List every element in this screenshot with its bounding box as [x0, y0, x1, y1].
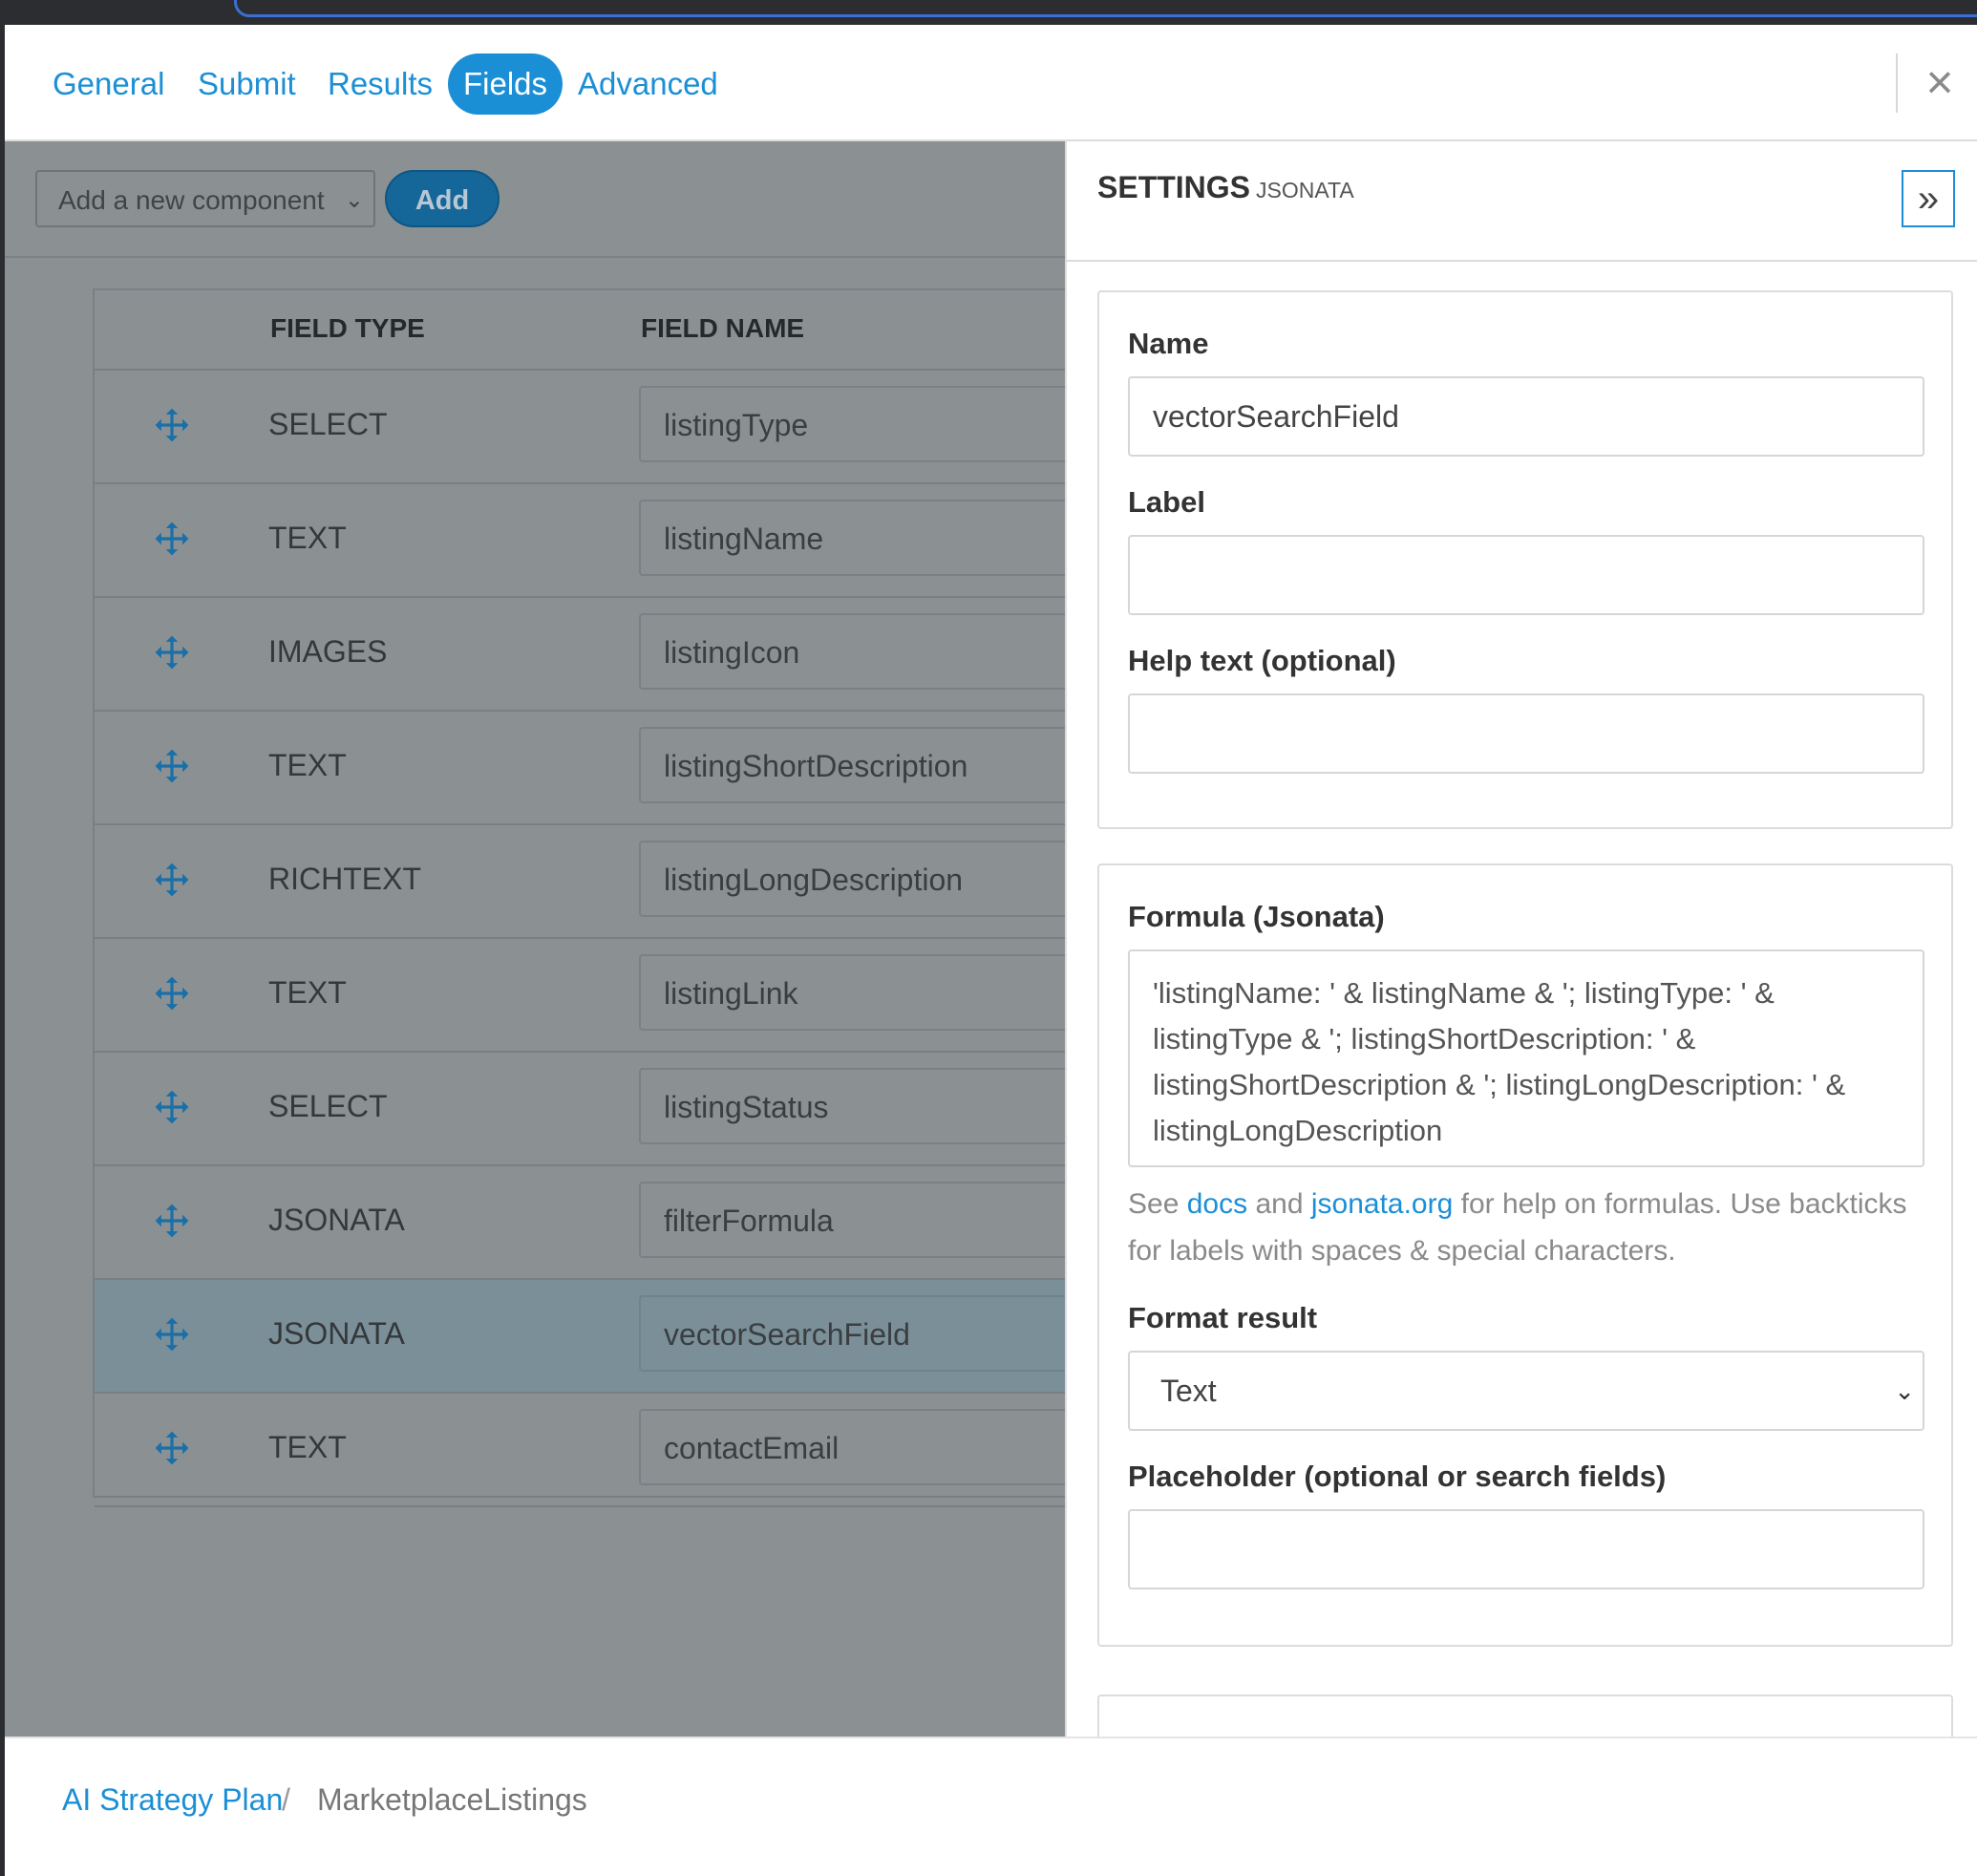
- help-text-input[interactable]: [1128, 693, 1924, 774]
- move-handle-icon[interactable]: [154, 862, 190, 898]
- formula-help-prefix: See: [1128, 1188, 1180, 1220]
- fields-toolbar: Add a new component ⌄ Add: [5, 141, 1065, 258]
- field-type-cell: JSONATA: [268, 1203, 405, 1237]
- column-header-field-name: FIELD NAME: [641, 313, 805, 343]
- move-handle-icon[interactable]: [154, 1316, 190, 1353]
- field-name-input[interactable]: vectorSearchField: [639, 1295, 1065, 1372]
- field-name-input[interactable]: contactEmail: [639, 1409, 1065, 1485]
- chevron-down-icon: ⌄: [1894, 1376, 1915, 1405]
- label-label: Label: [1128, 485, 1205, 519]
- settings-title: SETTINGS JSONATA: [1097, 170, 1354, 205]
- field-name-input[interactable]: listingLink: [639, 954, 1065, 1031]
- tab-advanced[interactable]: Advanced: [563, 53, 733, 115]
- breadcrumb-parent-link[interactable]: AI Strategy Plan: [62, 1782, 283, 1818]
- table-row[interactable]: TEXT listingShortDescription: [95, 712, 1065, 825]
- tab-fields[interactable]: Fields: [448, 53, 563, 115]
- field-name-input[interactable]: listingIcon: [639, 613, 1065, 690]
- table-row[interactable]: SELECT listingStatus: [95, 1053, 1065, 1166]
- move-handle-icon[interactable]: [154, 975, 190, 1012]
- format-result-value: Text: [1160, 1374, 1217, 1408]
- name-label: Name: [1128, 327, 1209, 360]
- fields-table: FIELD TYPE FIELD NAME SELECT listingType T…: [93, 288, 1065, 1507]
- field-type-cell: IMAGES: [268, 634, 388, 669]
- formula-help-text: See docs and jsonata.org for help on for…: [1128, 1181, 1924, 1274]
- field-type-cell: JSONATA: [268, 1316, 405, 1351]
- chevron-down-icon: ⌄: [344, 187, 364, 213]
- jsonata-link[interactable]: jsonata.org: [1311, 1188, 1453, 1220]
- tab-submit[interactable]: Submit: [182, 53, 311, 115]
- field-name-input[interactable]: listingShortDescription: [639, 727, 1065, 803]
- move-handle-icon[interactable]: [154, 1203, 190, 1239]
- column-header-field-type: FIELD TYPE: [270, 313, 425, 343]
- move-handle-icon[interactable]: [154, 748, 190, 784]
- double-chevron-right-icon: »: [1917, 178, 1940, 220]
- move-handle-icon[interactable]: [154, 1089, 190, 1125]
- browser-top-strip: [0, 0, 1977, 25]
- name-input[interactable]: vectorSearchField: [1128, 376, 1924, 457]
- settings-title-text: SETTINGS: [1097, 170, 1251, 204]
- field-type-cell: SELECT: [268, 1089, 388, 1123]
- field-editor-modal: General Submit Results Fields Advanced ×…: [5, 25, 1977, 1876]
- settings-panel: SETTINGS JSONATA » Name vectorSearchField…: [1065, 141, 1977, 1737]
- field-name-input[interactable]: listingStatus: [639, 1068, 1065, 1144]
- formula-label: Formula (Jsonata): [1128, 900, 1385, 933]
- field-type-cell: SELECT: [268, 407, 388, 441]
- field-name-input[interactable]: filterFormula: [639, 1182, 1065, 1258]
- table-row[interactable]: IMAGES listingIcon: [95, 598, 1065, 712]
- add-component-select[interactable]: Add a new component ⌄: [35, 170, 375, 227]
- field-type-cell: TEXT: [268, 975, 347, 1010]
- tab-general[interactable]: General: [37, 53, 180, 115]
- formula-help-and: and: [1255, 1188, 1304, 1220]
- table-header: FIELD TYPE FIELD NAME: [95, 290, 1065, 371]
- basic-settings-card: Name vectorSearchField Label Help text (…: [1097, 290, 1953, 829]
- format-result-label: Format result: [1128, 1301, 1318, 1334]
- table-row[interactable]: TEXT listingLink: [95, 939, 1065, 1053]
- settings-subtitle: JSONATA: [1256, 178, 1354, 203]
- move-handle-icon[interactable]: [154, 407, 190, 443]
- field-type-cell: TEXT: [268, 1430, 347, 1464]
- placeholder-label: Placeholder (optional or search fields): [1128, 1460, 1667, 1493]
- field-type-cell: TEXT: [268, 748, 347, 782]
- field-name-input[interactable]: listingName: [639, 500, 1065, 576]
- fields-list-pane: Add a new component ⌄ Add FIELD TYPE FIE…: [5, 141, 1065, 1737]
- tab-bar: General Submit Results Fields Advanced ×: [5, 25, 1977, 141]
- field-name-input[interactable]: listingType: [639, 386, 1065, 462]
- field-type-cell: TEXT: [268, 521, 347, 555]
- formula-card: Formula (Jsonata) 'listingName: ' & list…: [1097, 863, 1953, 1647]
- move-handle-icon[interactable]: [154, 521, 190, 557]
- table-row[interactable]: JSONATA filterFormula: [95, 1166, 1065, 1280]
- breadcrumb-current: MarketplaceListings: [317, 1782, 587, 1817]
- breadcrumb-separator: /: [282, 1782, 290, 1817]
- field-type-cell: RICHTEXT: [268, 862, 421, 896]
- help-text-label: Help text (optional): [1128, 644, 1396, 677]
- settings-header: SETTINGS JSONATA »: [1067, 141, 1977, 262]
- table-row[interactable]: TEXT listingName: [95, 484, 1065, 598]
- close-icon[interactable]: ×: [1918, 58, 1962, 106]
- formula-textarea[interactable]: 'listingName: ' & listingName & '; listi…: [1128, 949, 1924, 1167]
- placeholder-input[interactable]: [1128, 1509, 1924, 1589]
- field-name-input[interactable]: listingLongDescription: [639, 841, 1065, 917]
- table-row[interactable]: JSONATA vectorSearchField: [95, 1280, 1065, 1394]
- address-bar-outline: [234, 0, 1977, 17]
- table-row[interactable]: RICHTEXT listingLongDescription: [95, 825, 1065, 939]
- table-row[interactable]: TEXT contactEmail: [95, 1394, 1065, 1507]
- collapse-panel-button[interactable]: »: [1902, 170, 1955, 227]
- next-settings-card: [1097, 1695, 1953, 1737]
- docs-link[interactable]: docs: [1187, 1188, 1247, 1220]
- add-button[interactable]: Add: [385, 170, 500, 227]
- add-component-select-value: Add a new component: [58, 185, 325, 215]
- move-handle-icon[interactable]: [154, 634, 190, 671]
- format-result-select[interactable]: Text ⌄: [1128, 1351, 1924, 1431]
- table-row[interactable]: SELECT listingType: [95, 371, 1065, 484]
- breadcrumb: AI Strategy Plan / MarketplaceListings: [5, 1737, 1977, 1876]
- move-handle-icon[interactable]: [154, 1430, 190, 1466]
- label-input[interactable]: [1128, 535, 1924, 615]
- header-divider: [1896, 53, 1898, 113]
- tab-results[interactable]: Results: [312, 53, 448, 115]
